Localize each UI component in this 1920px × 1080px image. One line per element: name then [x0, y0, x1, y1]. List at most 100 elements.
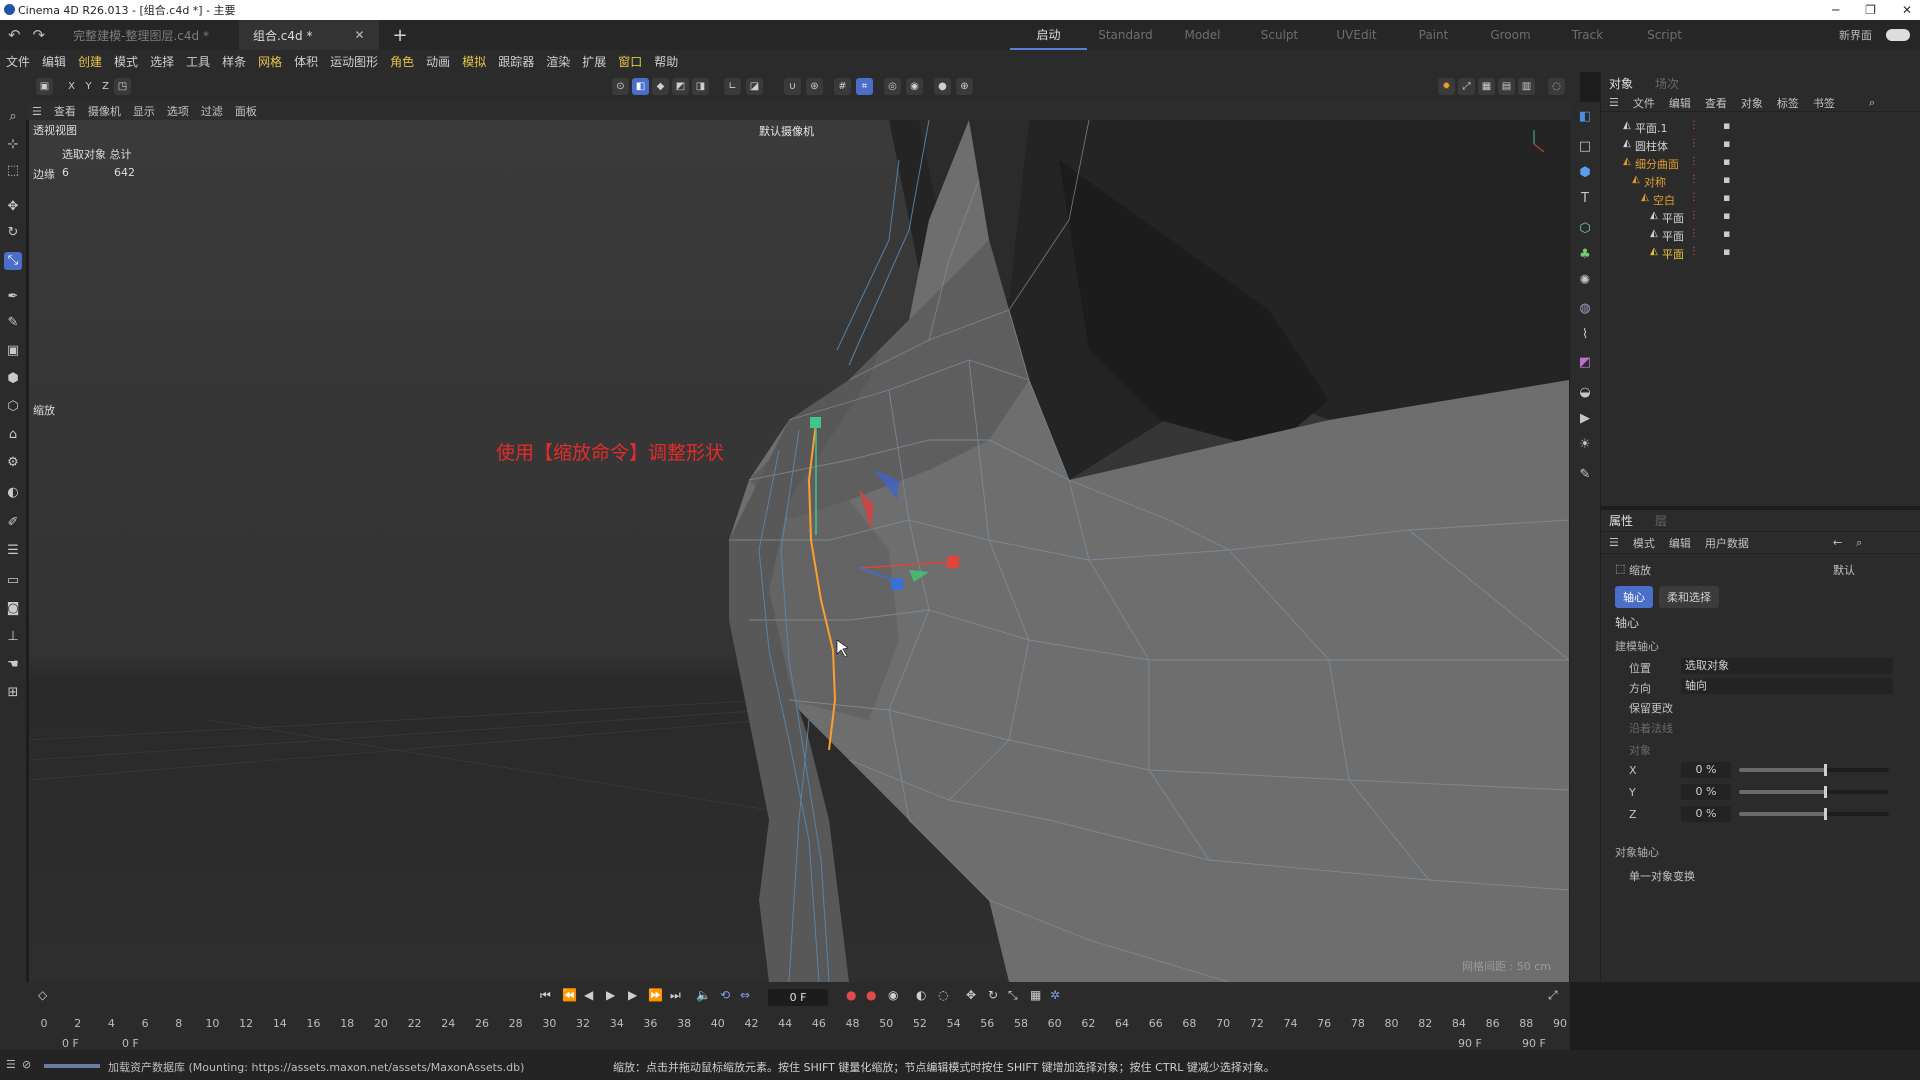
- object-axis-icon[interactable]: ◪: [746, 78, 763, 95]
- tab-objects[interactable]: 对象: [1609, 75, 1633, 92]
- picture-viewer-icon[interactable]: ▤: [1498, 78, 1515, 95]
- file-tab-2[interactable]: 组合.c4d * ✕: [238, 20, 379, 50]
- preview-end-frame[interactable]: 90 F: [1458, 1037, 1482, 1050]
- tag-icon[interactable]: ▪: [1723, 137, 1730, 150]
- retain-changes-checkbox[interactable]: 保留更改: [1629, 700, 1673, 716]
- object-row[interactable]: ◭ 空白 ⋮ ▪: [1601, 190, 1920, 208]
- end-frame[interactable]: 90 F: [1522, 1037, 1546, 1050]
- workplane-icon[interactable]: ◎: [884, 78, 901, 95]
- search-icon[interactable]: ⌕: [1856, 536, 1862, 550]
- menu-character[interactable]: 角色: [390, 53, 414, 70]
- menu-extensions[interactable]: 扩展: [582, 53, 606, 70]
- tab-layers[interactable]: 层: [1655, 512, 1667, 529]
- visibility-dots-icon[interactable]: ⋮: [1689, 138, 1699, 149]
- soft-selection-icon[interactable]: ⊛: [806, 78, 823, 95]
- rotate-tool-icon[interactable]: ↻: [4, 224, 22, 242]
- tag-icon[interactable]: ▪: [1723, 191, 1730, 204]
- tag-icon[interactable]: ▪: [1723, 173, 1730, 186]
- tag-icon[interactable]: ▪: [1723, 245, 1730, 258]
- objmgr-menu-tags[interactable]: 标签: [1777, 95, 1799, 111]
- axis-y-lock[interactable]: Y: [80, 78, 97, 95]
- keyframe-icon[interactable]: ◇: [38, 988, 47, 1004]
- menu-window[interactable]: 窗口: [618, 53, 642, 70]
- viewport-menu-view[interactable]: 查看: [54, 103, 76, 119]
- enable-axis-icon[interactable]: ∟: [724, 78, 741, 95]
- viewport-menu-filter[interactable]: 过滤: [201, 103, 223, 119]
- layers-icon[interactable]: ☰: [4, 542, 22, 560]
- brush-icon[interactable]: ✐: [4, 514, 22, 532]
- visibility-dots-icon[interactable]: ⋮: [1689, 192, 1699, 203]
- objmgr-menu-icon[interactable]: ☰: [1609, 96, 1619, 109]
- position-key-icon[interactable]: ✥: [966, 988, 976, 1004]
- y-value-field[interactable]: 0 %: [1681, 784, 1731, 800]
- subtab-axis[interactable]: 轴心: [1615, 586, 1653, 608]
- menu-edit[interactable]: 编辑: [42, 53, 66, 70]
- pencil-icon[interactable]: ✎: [1576, 466, 1594, 484]
- menu-render[interactable]: 渲染: [546, 53, 570, 70]
- object-manager-icon[interactable]: ◧: [1576, 108, 1594, 126]
- keyframe-selection-icon[interactable]: ◉: [888, 988, 898, 1004]
- redo-icon[interactable]: ↷: [33, 26, 46, 44]
- timeline-expand-icon[interactable]: ⤢: [1548, 988, 1558, 1004]
- floor-icon[interactable]: ▭: [4, 572, 22, 590]
- attr-menu-userdata[interactable]: 用户数据: [1705, 535, 1749, 551]
- layout-paint[interactable]: Paint: [1395, 20, 1472, 50]
- field-icon[interactable]: ◍: [1576, 300, 1594, 318]
- layout-groom[interactable]: Groom: [1472, 20, 1549, 50]
- axis-tool-icon[interactable]: ⊥: [4, 628, 22, 646]
- spline-pen-icon[interactable]: ✎: [4, 314, 22, 332]
- objmgr-menu-file[interactable]: 文件: [1633, 95, 1655, 111]
- z-slider[interactable]: [1739, 808, 1889, 820]
- key-mode-icon[interactable]: ◌: [938, 988, 948, 1004]
- sculpt-icon[interactable]: ◐: [4, 484, 22, 502]
- edges-mode-icon[interactable]: ◧: [632, 78, 649, 95]
- prev-frame-icon[interactable]: ◀: [584, 988, 593, 1004]
- group-modeling-axis[interactable]: 建模轴心: [1615, 638, 1659, 654]
- layout-sculpt[interactable]: Sculpt: [1241, 20, 1318, 50]
- render-queue-icon[interactable]: ▥: [1518, 78, 1535, 95]
- menu-mode[interactable]: 模式: [114, 53, 138, 70]
- menu-animate[interactable]: 动画: [426, 53, 450, 70]
- record-icon[interactable]: ●: [846, 988, 856, 1004]
- ruler-icon[interactable]: ⊞: [4, 684, 22, 702]
- position-dropdown[interactable]: 选取对象: [1681, 658, 1893, 674]
- locked-workplane-icon[interactable]: ◉: [906, 78, 923, 95]
- camera-icon[interactable]: ◙: [4, 600, 22, 618]
- visibility-dots-icon[interactable]: ⋮: [1689, 228, 1699, 239]
- tab-takes[interactable]: 场次: [1655, 75, 1679, 92]
- perspective-viewport[interactable]: 透视视图 默认摄像机 选取对象 总计 边缘 6 642 缩放 使用【缩放命令】调…: [29, 120, 1569, 982]
- render-view-icon[interactable]: ⤢: [1458, 78, 1475, 95]
- close-tab-icon[interactable]: ✕: [354, 28, 364, 42]
- param-key-icon[interactable]: ▦: [1030, 988, 1041, 1004]
- object-row[interactable]: ◭ 平面 ⋮ ▪: [1601, 226, 1920, 244]
- pla-key-icon[interactable]: ✲: [1050, 988, 1060, 1004]
- generator-icon[interactable]: ♣: [1576, 246, 1594, 264]
- pen-tool-icon[interactable]: ✒: [4, 288, 22, 306]
- cube-icon[interactable]: ⬢: [1576, 164, 1594, 182]
- start-frame[interactable]: 0 F: [62, 1037, 79, 1050]
- spline-icon[interactable]: ⌇: [1576, 326, 1594, 344]
- viewport-solo-icon[interactable]: ●: [934, 78, 951, 95]
- layout-model[interactable]: Model: [1164, 20, 1241, 50]
- rotation-key-icon[interactable]: ↻: [988, 988, 998, 1004]
- viewport-menu-panel[interactable]: 面板: [235, 103, 257, 119]
- attr-menu-icon[interactable]: ☰: [1609, 536, 1619, 549]
- object-row[interactable]: ◭ 细分曲面 ⋮ ▪: [1601, 154, 1920, 172]
- visibility-dots-icon[interactable]: ⋮: [1689, 246, 1699, 257]
- volume-icon[interactable]: ◩: [1576, 354, 1594, 372]
- attr-menu-edit[interactable]: 编辑: [1669, 535, 1691, 551]
- new-interface-toggle[interactable]: [1886, 29, 1910, 41]
- menu-tools[interactable]: 工具: [186, 53, 210, 70]
- menu-mograph[interactable]: 运动图形: [330, 53, 378, 70]
- menu-spline[interactable]: 样条: [222, 53, 246, 70]
- texture-mode-icon[interactable]: ◨: [692, 78, 709, 95]
- viewport-menu-options[interactable]: 选项: [167, 103, 189, 119]
- y-slider[interactable]: [1739, 786, 1889, 798]
- rectangle-icon[interactable]: □: [1576, 138, 1594, 156]
- autokey-icon[interactable]: ●: [866, 988, 876, 1004]
- file-tab-1[interactable]: 完整建模-整理图层.c4d *: [59, 20, 223, 50]
- isoline-icon[interactable]: ⊕: [956, 78, 973, 95]
- tab-attributes[interactable]: 属性: [1609, 512, 1633, 529]
- search-icon[interactable]: ⌕: [1869, 96, 1875, 110]
- deformer-icon[interactable]: ✺: [1576, 272, 1594, 290]
